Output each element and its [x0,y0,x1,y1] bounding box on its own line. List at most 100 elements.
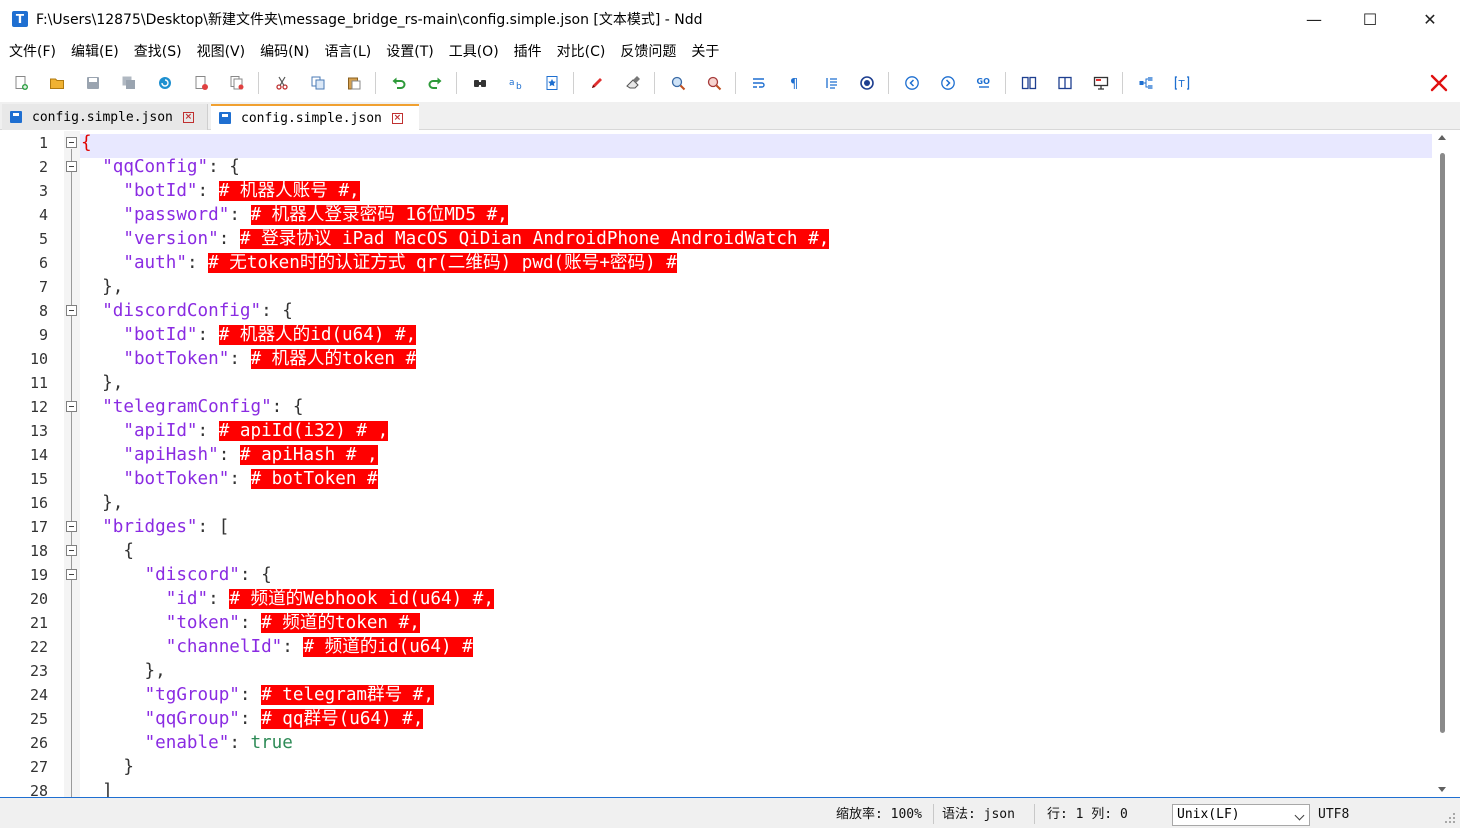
find-icon[interactable] [469,72,491,94]
fold-toggle-icon[interactable] [66,521,77,532]
scroll-up-arrow-icon[interactable] [1438,135,1446,140]
monitor-icon[interactable] [1090,72,1112,94]
toolbar-separator [258,72,259,94]
compare-icon[interactable] [1018,72,1040,94]
file-tree-icon[interactable] [1135,72,1157,94]
fold-toggle-icon[interactable] [66,545,77,556]
save-all-icon[interactable] [118,72,140,94]
code-line[interactable]: "apiHash": # apiHash # , [81,443,378,467]
tab-config-simple-json-2[interactable]: config.simple.json × [211,104,419,130]
eol-select[interactable]: Unix(LF) [1172,804,1310,826]
tab-close-icon[interactable]: × [182,111,194,123]
code-line[interactable]: }, [81,491,123,515]
code-line[interactable]: "qqGroup": # qq群号(u64) #, [81,707,424,731]
menu-item-4[interactable]: 编码(N) [260,41,309,61]
code-line[interactable]: { [81,131,92,155]
scroll-down-arrow-icon[interactable] [1438,787,1446,792]
bookmark-icon[interactable] [541,72,563,94]
code-line[interactable]: }, [81,275,123,299]
zoom-in-icon[interactable] [667,72,689,94]
toolbar-separator [573,72,574,94]
menu-item-6[interactable]: 设置(T) [386,41,433,61]
nav-forward-icon[interactable] [937,72,959,94]
minimize-button[interactable]: — [1288,0,1340,38]
code-line[interactable]: "version": # 登录协议 iPad MacOS QiDian Andr… [81,227,830,251]
redo-icon[interactable] [424,72,446,94]
reload-icon[interactable] [154,72,176,94]
code-line[interactable]: "token": # 频道的token #, [81,611,420,635]
fold-toggle-icon[interactable] [66,401,77,412]
code-line[interactable]: "bridges": [ [81,515,229,539]
toolbar-separator [1005,72,1006,94]
highlighter-icon[interactable] [586,72,608,94]
vertical-scrollbar[interactable] [1436,131,1448,797]
eraser-icon[interactable] [622,72,644,94]
text-mode-icon[interactable]: T [1171,72,1193,94]
menu-item-0[interactable]: 文件(F) [9,41,56,61]
close-window-button[interactable]: ✕ [1404,0,1456,38]
code-line[interactable]: { [81,539,134,563]
menu-item-10[interactable]: 反馈问题 [620,41,676,61]
code-line[interactable]: "discord": { [81,563,272,587]
record-macro-icon[interactable] [856,72,878,94]
code-line[interactable]: "botToken": # botToken # [81,467,378,491]
code-line[interactable]: "botId": # 机器人的id(u64) #, [81,323,417,347]
open-folder-icon[interactable] [46,72,68,94]
cut-icon[interactable] [271,72,293,94]
indent-guide-icon[interactable] [820,72,842,94]
code-line[interactable]: "telegramConfig": { [81,395,303,419]
new-file-icon[interactable] [10,72,32,94]
code-line[interactable]: "channelId": # 频道的id(u64) # [81,635,473,659]
code-line[interactable]: "discordConfig": { [81,299,293,323]
tab-config-simple-json-1[interactable]: config.simple.json × [2,104,208,130]
nav-back-icon[interactable] [901,72,923,94]
copy-icon[interactable] [307,72,329,94]
placeholder-token: # 频道的token #, [261,613,420,633]
code-line[interactable]: "auth": # 无token时的认证方式 qr(二维码) pwd(账号+密码… [81,251,677,275]
fold-toggle-icon[interactable] [66,161,77,172]
fold-toggle-icon[interactable] [66,305,77,316]
fold-toggle-icon[interactable] [66,569,77,580]
split-view-icon[interactable] [1054,72,1076,94]
code-line[interactable]: "tgGroup": # telegram群号 #, [81,683,434,707]
menu-item-9[interactable]: 对比(C) [557,41,606,61]
code-line[interactable]: ] [81,779,113,797]
code-line[interactable]: }, [81,371,123,395]
goto-line-icon[interactable]: GO [973,72,995,94]
resize-grip-icon[interactable] [1444,812,1456,824]
code-line[interactable]: "botToken": # 机器人的token # [81,347,417,371]
code-line[interactable]: "apiId": # apiId(i32) # , [81,419,389,443]
replace-icon[interactable]: ab [505,72,527,94]
save-icon[interactable] [82,72,104,94]
punctuation-token: { [81,133,92,153]
scrollbar-thumb[interactable] [1440,153,1445,733]
menu-item-5[interactable]: 语言(L) [325,41,372,61]
code-line[interactable]: }, [81,659,166,683]
code-editor[interactable]: 1 2 3 4 5 6 7 8 9 10 11 12 13 14 15 16 17 18 19 20 21 22 23 24 2… [0,131,1460,797]
close-all-icon[interactable] [226,72,248,94]
code-line[interactable]: "enable": true [81,731,293,755]
menu-item-2[interactable]: 查找(S) [134,41,182,61]
menu-item-11[interactable]: 关于 [691,41,719,61]
menu-item-1[interactable]: 编辑(E) [71,41,119,61]
wrap-text-icon[interactable] [748,72,770,94]
paste-icon[interactable] [343,72,365,94]
zoom-out-icon[interactable] [703,72,725,94]
code-line[interactable]: "botId": # 机器人账号 #, [81,179,360,203]
code-line[interactable]: "id": # 频道的Webhook id(u64) #, [81,587,494,611]
menu-item-8[interactable]: 插件 [514,41,542,61]
line-number: 2 [38,158,48,176]
menu-item-3[interactable]: 视图(V) [197,41,246,61]
show-symbols-icon[interactable]: ¶ [784,72,806,94]
close-document-icon[interactable] [190,72,212,94]
tab-close-icon[interactable]: × [391,112,403,124]
undo-icon[interactable] [388,72,410,94]
menu-item-7[interactable]: 工具(O) [449,41,499,61]
toolbar-separator [375,72,376,94]
close-file-icon[interactable] [1428,72,1450,94]
maximize-button[interactable]: ☐ [1344,0,1396,38]
code-line[interactable]: "password": # 机器人登录密码 16位MD5 #, [81,203,508,227]
fold-toggle-icon[interactable] [66,137,77,148]
code-line[interactable]: } [81,755,134,779]
code-line[interactable]: "qqConfig": { [81,155,240,179]
